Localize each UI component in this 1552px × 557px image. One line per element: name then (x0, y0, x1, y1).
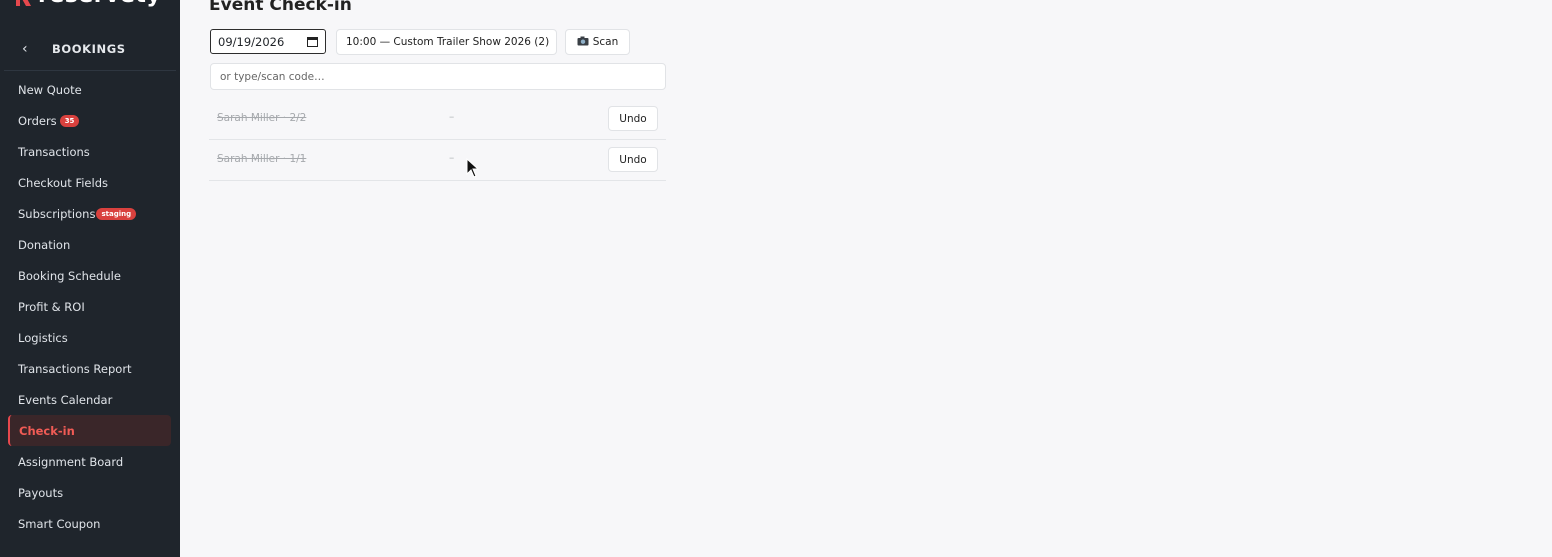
sidebar-item-transactions[interactable]: Transactions (0, 136, 180, 167)
mouse-cursor-icon (466, 157, 480, 182)
sidebar-item-logistics[interactable]: Logistics (0, 322, 180, 353)
calendar-icon[interactable] (307, 36, 318, 47)
code-input[interactable]: or type/scan code… (210, 63, 666, 90)
undo-button[interactable]: Undo (608, 147, 658, 172)
main-content: Event Check-in 09/19/2026 10:00 — Custom… (180, 0, 1552, 557)
sidebar-item-check-in[interactable]: Check-in (8, 415, 171, 446)
checkin-list: Sarah Miller · 2/2 – Undo Sarah Miller ·… (209, 99, 666, 181)
date-value: 09/19/2026 (218, 34, 285, 49)
sidebar-item-label: Transactions Report (18, 361, 132, 376)
scan-button[interactable]: Scan (565, 29, 630, 55)
attendee-info: – (449, 152, 455, 164)
sidebar-item-payouts[interactable]: Payouts (0, 477, 180, 508)
sidebar-item-smart-coupon[interactable]: Smart Coupon (0, 508, 180, 539)
sidebar-item-assignment-board[interactable]: Assignment Board (0, 446, 180, 477)
list-item: Sarah Miller · 2/2 – Undo (209, 99, 666, 140)
undo-button[interactable]: Undo (608, 106, 658, 131)
sidebar-item-label: Subscriptions (18, 206, 96, 221)
sidebar-item-label: New Quote (18, 82, 82, 97)
sidebar-item-label: Payouts (18, 485, 64, 500)
attendee-name: Sarah Miller · 1/1 (217, 153, 307, 165)
sidebar-item-label: Smart Coupon (18, 516, 101, 531)
code-input-placeholder: or type/scan code… (220, 70, 325, 83)
sidebar-item-label: Logistics (18, 330, 68, 345)
sidebar-item-label: Donation (18, 237, 71, 252)
sidebar-item-label: Events Calendar (18, 392, 113, 407)
sidebar-item-subscriptions[interactable]: Subscriptions staging (0, 198, 180, 229)
sidebar-item-events-calendar[interactable]: Events Calendar (0, 384, 180, 415)
sidebar-item-donation[interactable]: Donation (0, 229, 180, 260)
date-field[interactable]: 09/19/2026 (210, 29, 326, 54)
sidebar-item-label: Profit & ROI (18, 299, 85, 314)
sidebar-item-profit-roi[interactable]: Profit & ROI (0, 291, 180, 322)
sidebar-item-orders[interactable]: Orders 35 (0, 105, 180, 136)
attendee-name: Sarah Miller · 2/2 (217, 112, 307, 124)
session-value: 10:00 — Custom Trailer Show 2026 (2) (346, 36, 550, 48)
sidebar-item-booking-schedule[interactable]: Booking Schedule (0, 260, 180, 291)
sidebar-item-label: Check-in (19, 423, 75, 438)
sidebar-nav: New Quote Orders 35 Transactions Checkout… (0, 74, 180, 539)
sidebar-item-label: Transactions (18, 144, 90, 159)
back-chevron-icon[interactable]: ‹ (22, 41, 52, 57)
orders-count-badge: 35 (59, 114, 80, 127)
section-title: BOOKINGS (52, 42, 126, 56)
page-title: Event Check-in (209, 0, 352, 15)
sidebar: reservety ‹ BOOKINGS New Quote Orders35 … (0, 0, 180, 557)
brand-mark-icon (14, 0, 32, 6)
sidebar-item-checkout-fields[interactable]: Checkout Fields (0, 167, 180, 198)
sidebar-section-header: ‹ BOOKINGS (4, 28, 176, 71)
sidebar-item-label: Checkout Fields (18, 175, 108, 190)
staging-badge: staging (96, 207, 137, 220)
sidebar-item-label: Assignment Board (18, 454, 124, 469)
sidebar-item-label: Orders (18, 113, 57, 128)
brand-logo[interactable]: reservety (14, 0, 161, 8)
sidebar-item-transactions-report[interactable]: Transactions Report (0, 353, 180, 384)
list-item: Sarah Miller · 1/1 – Undo (209, 140, 666, 181)
attendee-info: – (449, 111, 455, 123)
brand-name: reservety (38, 0, 161, 8)
scan-button-label: Scan (592, 36, 619, 48)
sidebar-item-new-quote[interactable]: New Quote (0, 74, 180, 105)
session-select[interactable]: 10:00 — Custom Trailer Show 2026 (2) (336, 29, 557, 55)
camera-icon (577, 36, 589, 49)
sidebar-item-label: Booking Schedule (18, 268, 121, 283)
